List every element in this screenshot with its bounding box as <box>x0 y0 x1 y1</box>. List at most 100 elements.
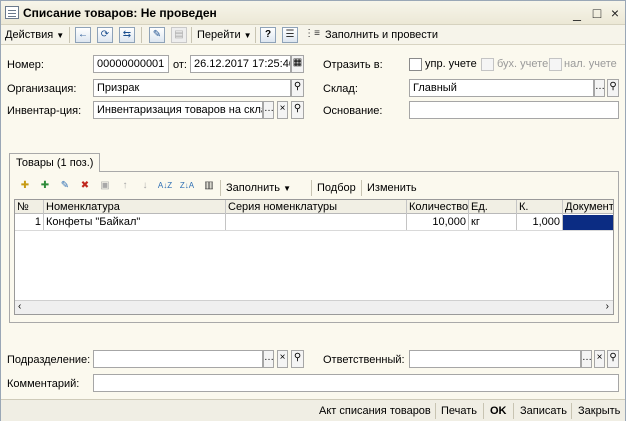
calendar-icon[interactable]: ▦ <box>291 55 304 73</box>
close-button[interactable]: Закрыть <box>578 404 620 418</box>
select-button[interactable]: Подбор <box>317 180 356 196</box>
department-label: Подразделение: <box>7 354 91 366</box>
minimize-button[interactable]: _ <box>569 5 585 21</box>
number-field[interactable]: 00000000001 <box>93 55 169 73</box>
goods-table: № Номенклатура Серия номенклатуры Количе… <box>14 199 614 315</box>
department-search-icon[interactable]: ⚲ <box>291 350 304 368</box>
barcode-icon[interactable]: ▥ <box>201 179 217 195</box>
reflect-accounting-label: бух. учете <box>497 58 549 70</box>
post-document-icon[interactable]: ✎ <box>149 27 165 43</box>
tab-goods[interactable]: Товары (1 поз.) <box>9 153 101 172</box>
basis-field[interactable] <box>409 101 619 119</box>
responsible-select-icon[interactable]: … <box>581 350 592 368</box>
structure-icon[interactable]: ☰ <box>282 27 298 43</box>
toolbar-separator <box>361 180 362 196</box>
responsible-field[interactable] <box>409 350 581 368</box>
warehouse-field[interactable]: Главный <box>409 79 594 97</box>
scroll-left-icon[interactable]: ‹ <box>18 301 21 312</box>
actions-label: Действия <box>5 29 54 41</box>
toolbar-separator <box>311 180 312 196</box>
change-button[interactable]: Изменить <box>367 180 417 196</box>
warehouse-search-icon[interactable]: ⚲ <box>607 79 619 97</box>
dropdown-arrow-icon: ▼ <box>283 184 291 193</box>
scroll-right-icon[interactable]: › <box>606 301 609 312</box>
toolbar-separator <box>69 27 70 43</box>
inventory-select-icon[interactable]: … <box>263 101 274 119</box>
fill-menu[interactable]: Заполнить ▼ <box>226 180 291 196</box>
save-button[interactable]: Записать <box>520 404 567 418</box>
ok-button[interactable]: OK <box>490 404 507 418</box>
comment-field[interactable] <box>93 374 619 392</box>
basis-label: Основание: <box>323 105 383 117</box>
cell-document[interactable] <box>563 215 613 230</box>
cell-quantity[interactable]: 10,000 <box>407 215 469 230</box>
table-row[interactable]: 1 Конфеты "Байкал" 10,000 кг 1,000 <box>15 215 613 231</box>
move-down-icon: ↓ <box>142 180 148 191</box>
department-select-icon[interactable]: … <box>263 350 274 368</box>
sort-desc-icon[interactable]: Z↓A <box>179 179 195 195</box>
cell-series[interactable] <box>226 215 407 230</box>
inventory-clear-icon[interactable]: × <box>277 101 288 119</box>
cell-coef[interactable]: 1,000 <box>517 215 563 230</box>
toolbar-separator <box>571 403 572 419</box>
sort-asc-icon[interactable]: A↓Z <box>157 179 173 195</box>
add-row-icon[interactable]: ✚ <box>17 179 33 195</box>
main-toolbar: Действия ▼ ← ⟳ ⇆ ✎ ▤ Перейти ▼ ? ☰ ⋮≡ За… <box>1 25 625 45</box>
column-header-unit[interactable]: Ед. <box>469 200 517 215</box>
move-up-icon: ↑ <box>122 180 128 191</box>
organization-search-icon[interactable]: ⚲ <box>291 79 304 97</box>
print-button[interactable]: Печать <box>441 404 477 418</box>
department-clear-icon[interactable]: × <box>277 350 288 368</box>
toolbar-separator <box>191 27 192 43</box>
copy-row-icon[interactable]: ✚ <box>37 179 53 195</box>
responsible-label: Ответственный: <box>323 354 405 366</box>
toolbar-separator <box>513 403 514 419</box>
reflect-tax-checkbox <box>549 58 562 71</box>
department-field[interactable] <box>93 350 263 368</box>
horizontal-scrollbar[interactable]: ‹ › <box>15 300 613 314</box>
act-writeoff-button[interactable]: Акт списания товаров <box>319 404 431 418</box>
reflect-accounting-checkbox <box>481 58 494 71</box>
reflect-mgmt-label: упр. учете <box>425 58 477 70</box>
column-header-quantity[interactable]: Количество <box>407 200 469 215</box>
end-edit-icon: ▣ <box>100 180 110 191</box>
help-icon[interactable]: ? <box>260 27 276 43</box>
maximize-button[interactable]: □ <box>589 5 605 21</box>
title-bar: Списание товаров: Не проведен _ □ × <box>1 1 625 25</box>
dropdown-arrow-icon: ▼ <box>56 31 65 40</box>
date-field[interactable]: 26.12.2017 17:25:46 <box>190 55 291 73</box>
copy-icon[interactable]: ⇆ <box>119 27 135 43</box>
close-window-button[interactable]: × <box>607 5 623 21</box>
cell-unit[interactable]: кг <box>469 215 517 230</box>
column-header-number[interactable]: № <box>15 200 44 215</box>
fill-label: Заполнить <box>226 182 281 194</box>
responsible-clear-icon[interactable]: × <box>594 350 605 368</box>
reflect-mgmt-checkbox[interactable] <box>409 58 422 71</box>
warehouse-label: Склад: <box>323 83 358 95</box>
back-arrow-icon[interactable]: ← <box>75 27 91 43</box>
column-header-item[interactable]: Номенклатура <box>44 200 226 215</box>
delete-row-icon[interactable]: ✖ <box>77 179 93 195</box>
fill-post-icon: ⋮≡ <box>304 28 320 39</box>
refresh-icon[interactable]: ⟳ <box>97 27 113 43</box>
organization-label: Организация: <box>7 83 77 95</box>
column-header-series[interactable]: Серия номенклатуры <box>226 200 407 215</box>
actions-menu[interactable]: Действия ▼ <box>5 27 64 43</box>
column-header-coef[interactable]: К. <box>517 200 563 215</box>
responsible-search-icon[interactable]: ⚲ <box>607 350 619 368</box>
cell-number: 1 <box>15 215 44 230</box>
inventory-search-icon[interactable]: ⚲ <box>291 101 304 119</box>
toolbar-separator <box>141 27 142 43</box>
cell-item[interactable]: Конфеты "Байкал" <box>44 215 226 230</box>
goto-menu[interactable]: Перейти ▼ <box>197 27 252 43</box>
document-window: Списание товаров: Не проведен _ □ × Дейс… <box>0 0 626 421</box>
goto-label: Перейти <box>197 29 241 41</box>
fill-and-post-button[interactable]: Заполнить и провести <box>325 27 438 43</box>
inventory-field[interactable]: Инвентаризация товаров на скла... <box>93 101 263 119</box>
warehouse-select-icon[interactable]: … <box>594 79 605 97</box>
edit-row-icon[interactable]: ✎ <box>57 179 73 195</box>
column-header-document[interactable]: Документ <box>563 200 613 215</box>
reflect-tax-label: нал. учете <box>564 58 617 70</box>
reflect-label: Отразить в: <box>323 59 383 71</box>
organization-field[interactable]: Призрак <box>93 79 291 97</box>
